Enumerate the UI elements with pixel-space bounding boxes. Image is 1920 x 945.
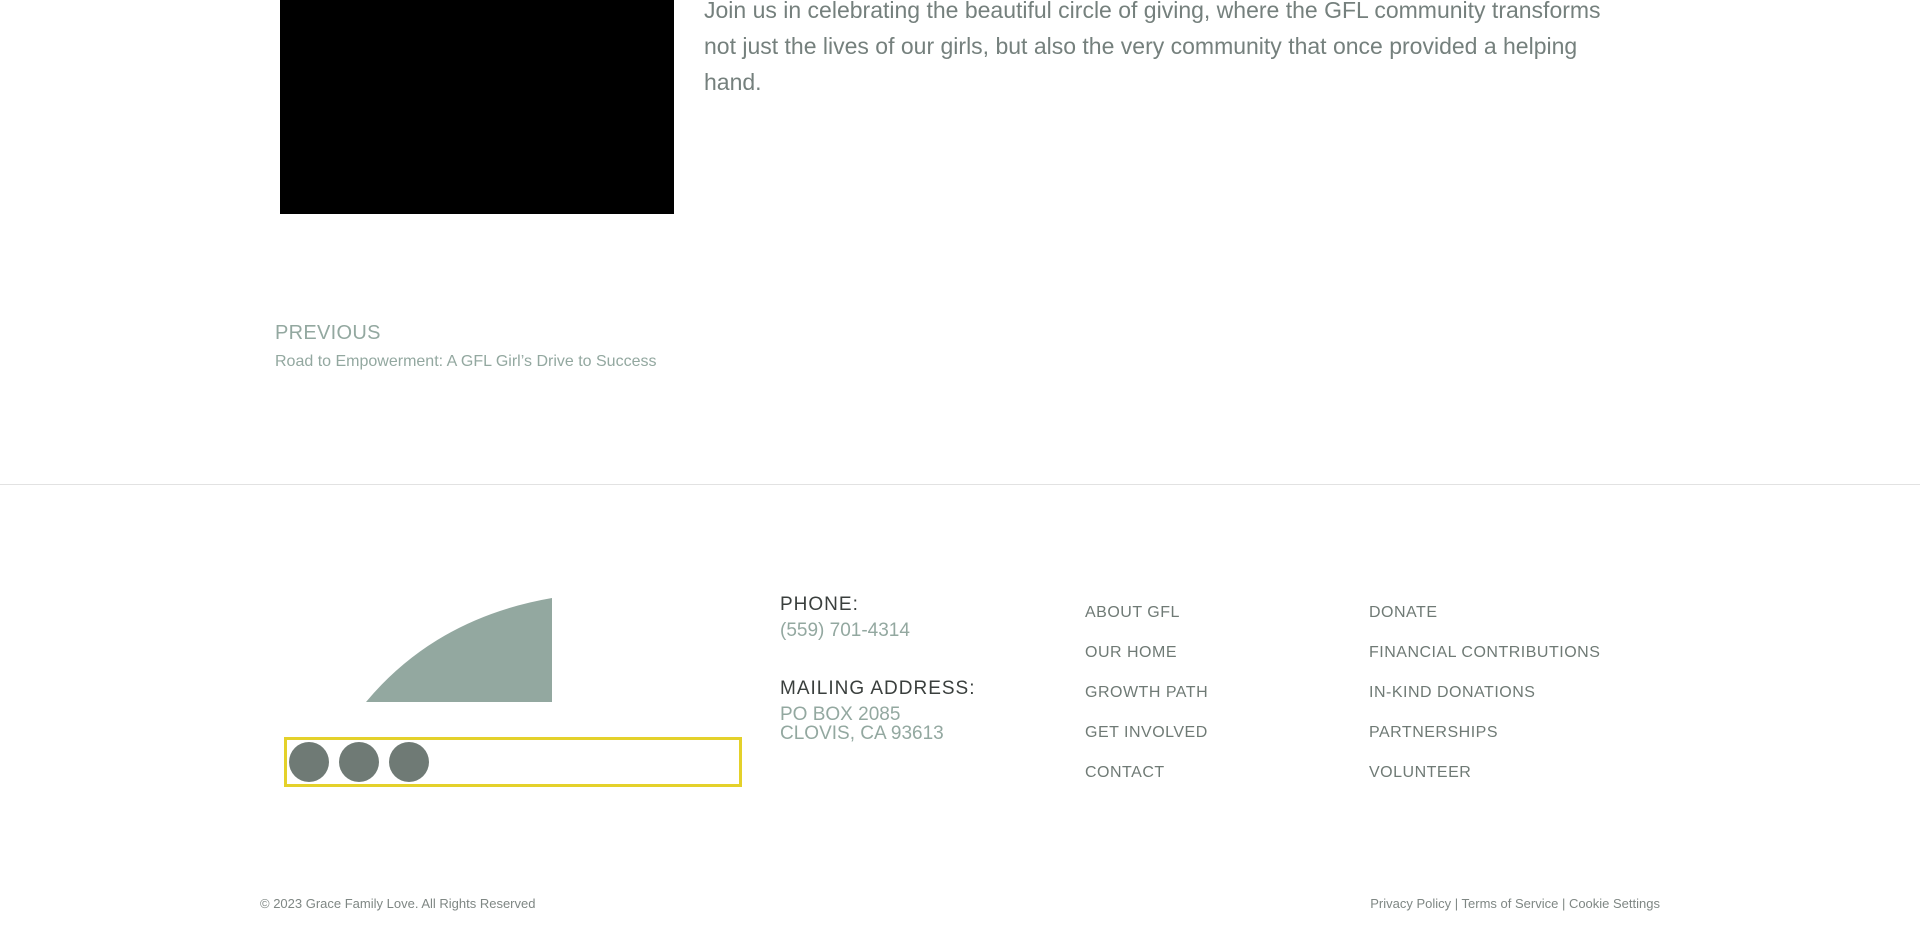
footer-link-growth-path[interactable]: GROWTH PATH xyxy=(1085,684,1208,702)
phone-heading: PHONE: xyxy=(780,594,859,615)
video-player[interactable] xyxy=(280,0,674,214)
footer-link-our-home[interactable]: OUR HOME xyxy=(1085,644,1177,662)
address-line-2: CLOVIS, CA 93613 xyxy=(780,723,944,744)
footer-link-get-involved[interactable]: GET INVOLVED xyxy=(1085,724,1208,742)
phone-link[interactable]: (559) 701-4314 xyxy=(780,620,910,642)
social-icon-1[interactable] xyxy=(289,742,329,782)
social-icon-3[interactable] xyxy=(389,742,429,782)
footer-link-financial-contributions[interactable]: FINANCIAL CONTRIBUTIONS xyxy=(1369,644,1600,662)
footer-link-contact[interactable]: CONTACT xyxy=(1085,764,1165,782)
legal-separator: | xyxy=(1558,896,1569,911)
footer-link-about-gfl[interactable]: ABOUT GFL xyxy=(1085,604,1180,622)
previous-label: PREVIOUS xyxy=(275,322,381,344)
article-intro-text: Join us in celebrating the beautiful cir… xyxy=(704,0,1601,95)
previous-post-title: Road to Empowerment: A GFL Girl’s Drive … xyxy=(275,353,657,370)
previous-post-link[interactable]: PREVIOUS Road to Empowerment: A GFL Girl… xyxy=(275,322,656,371)
mailing-address-heading: MAILING ADDRESS: xyxy=(780,678,976,699)
terms-of-service-link[interactable]: Terms of Service xyxy=(1462,896,1559,911)
social-icon-2[interactable] xyxy=(339,742,379,782)
copyright-text: © 2023 Grace Family Love. All Rights Res… xyxy=(260,896,536,911)
social-links-bar xyxy=(284,737,742,787)
legal-separator: | xyxy=(1451,896,1462,911)
footer-divider xyxy=(0,484,1920,485)
cookie-settings-link[interactable]: Cookie Settings xyxy=(1569,896,1660,911)
footer-link-in-kind-donations[interactable]: IN-KIND DONATIONS xyxy=(1369,684,1535,702)
footer-link-partnerships[interactable]: PARTNERSHIPS xyxy=(1369,724,1498,742)
footer-link-donate[interactable]: DONATE xyxy=(1369,604,1437,622)
privacy-policy-link[interactable]: Privacy Policy xyxy=(1370,896,1451,911)
logo-leaf-icon xyxy=(366,598,552,702)
footer-link-volunteer[interactable]: VOLUNTEER xyxy=(1369,764,1471,782)
legal-links: Privacy Policy | Terms of Service | Cook… xyxy=(1370,896,1660,911)
